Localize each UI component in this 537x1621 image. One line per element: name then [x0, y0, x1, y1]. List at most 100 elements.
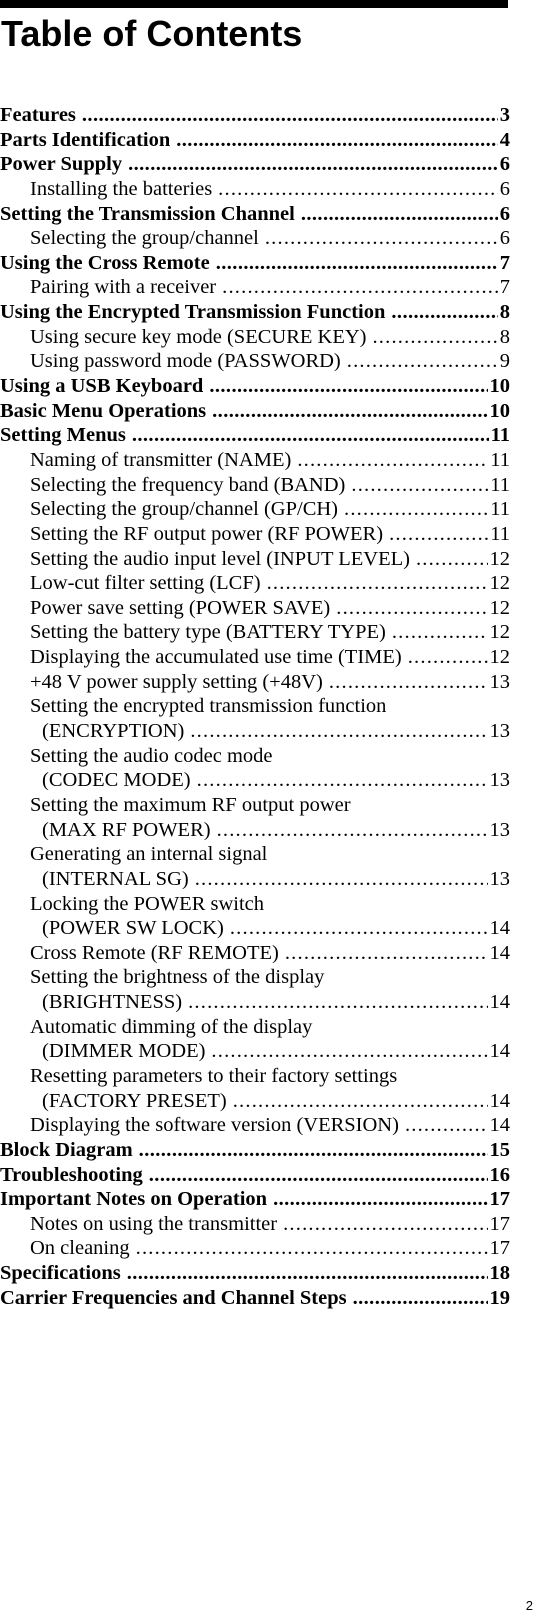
dot-leader	[353, 1286, 488, 1311]
toc-entry-page: 6	[499, 153, 510, 176]
toc-entry-label: Using password mode (PASSWORD)	[30, 350, 341, 373]
dot-leader	[351, 473, 488, 498]
toc-section[interactable]: Using the Encrypted Transmission Functio…	[0, 300, 510, 325]
toc-entry-page: 6	[499, 177, 510, 200]
dot-leader	[218, 177, 498, 202]
toc-section[interactable]: Using the Cross Remote 7	[0, 251, 510, 276]
toc-entry-label: Setting the audio input level (INPUT LEV…	[30, 547, 410, 570]
toc-subsection[interactable]: Using password mode (PASSWORD) 9	[0, 349, 510, 374]
toc-entry-page: 9	[499, 350, 510, 373]
toc-entry-page: 11	[490, 473, 510, 496]
toc-entry-heading[interactable]: Setting the encrypted transmission funct…	[0, 694, 510, 719]
toc-section[interactable]: Basic Menu Operations 10	[0, 399, 510, 424]
toc-entry-label: Cross Remote (RF REMOTE)	[30, 941, 279, 964]
toc-subsection[interactable]: Naming of transmitter (NAME) 11	[0, 448, 510, 473]
toc-entry-continuation[interactable]: (CODEC MODE) 13	[0, 768, 510, 793]
toc-subsection[interactable]: Setting the RF output power (RF POWER) 11	[0, 522, 510, 547]
toc-entry-heading[interactable]: Setting the maximum RF output power	[0, 793, 510, 818]
toc-section[interactable]: Specifications 18	[0, 1261, 510, 1286]
toc-entry-label: Important Notes on Operation	[0, 1188, 268, 1211]
toc-section[interactable]: Using a USB Keyboard 10	[0, 374, 510, 399]
dot-leader	[132, 423, 489, 448]
toc-entry-continuation[interactable]: (MAX RF POWER) 13	[0, 818, 510, 843]
toc-entry-label: Block Diagram	[0, 1138, 133, 1161]
dot-leader	[217, 818, 488, 843]
toc-entry-continuation[interactable]: (ENCRYPTION) 13	[0, 719, 510, 744]
toc-entry-label: Selecting the group/channel	[30, 227, 259, 250]
toc-entry-continuation[interactable]: (INTERNAL SG) 13	[0, 867, 510, 892]
toc-subsection[interactable]: Displaying the accumulated use time (TIM…	[0, 645, 510, 670]
toc-subsection[interactable]: Notes on using the transmitter 17	[0, 1212, 510, 1237]
toc-entry-heading[interactable]: Setting the audio codec mode	[0, 744, 510, 769]
toc-entry-label: Displaying the software version (VERSION…	[30, 1114, 399, 1137]
dot-leader	[392, 620, 488, 645]
dot-leader	[216, 251, 498, 276]
toc-subsection[interactable]: Selecting the group/channel (GP/CH) 11	[0, 497, 510, 522]
toc-subsection[interactable]: Low-cut filter setting (LCF) 12	[0, 571, 510, 596]
toc-subsection[interactable]: On cleaning 17	[0, 1236, 510, 1261]
toc-entry-heading[interactable]: Setting the brightness of the display	[0, 965, 510, 990]
toc-entry-continuation[interactable]: (DIMMER MODE) 14	[0, 1039, 510, 1064]
table-of-contents: Features3Parts Identification4Power Supp…	[0, 103, 510, 1310]
toc-entry-heading[interactable]: Generating an internal signal	[0, 842, 510, 867]
dot-leader	[222, 275, 498, 300]
dot-leader	[233, 1089, 488, 1114]
dot-leader	[301, 202, 498, 227]
toc-subsection[interactable]: Power save setting (POWER SAVE) 12	[0, 596, 510, 621]
toc-entry-label: Low-cut filter setting (LCF)	[30, 572, 261, 595]
toc-entry-continuation[interactable]: (FACTORY PRESET) 14	[0, 1089, 510, 1114]
toc-section[interactable]: Setting the Transmission Channel 6	[0, 202, 510, 227]
toc-section[interactable]: Parts Identification 4	[0, 128, 510, 153]
toc-subsection[interactable]: Selecting the frequency band (BAND) 11	[0, 473, 510, 498]
toc-subsection[interactable]: Setting the audio input level (INPUT LEV…	[0, 547, 510, 572]
toc-section[interactable]: Setting Menus 11	[0, 423, 510, 448]
dot-leader	[190, 719, 487, 744]
toc-subsection[interactable]: Using secure key mode (SECURE KEY) 8	[0, 325, 510, 350]
toc-entry-page: 13	[489, 867, 511, 890]
toc-entry-label: On cleaning	[30, 1237, 130, 1260]
toc-entry-label: Displaying the accumulated use time (TIM…	[30, 646, 402, 669]
toc-subsection[interactable]: Selecting the group/channel 6	[0, 226, 510, 251]
dot-leader	[283, 1212, 487, 1237]
toc-entry-heading[interactable]: Resetting parameters to their factory se…	[0, 1064, 510, 1089]
toc-entry-label: Automatic dimming of the display	[30, 1015, 313, 1038]
toc-entry-heading[interactable]: Automatic dimming of the display	[0, 1015, 510, 1040]
toc-section[interactable]: Features 3	[0, 103, 510, 128]
toc-section[interactable]: Important Notes on Operation 17	[0, 1187, 510, 1212]
toc-entry-label: Specifications	[0, 1262, 121, 1285]
dot-leader	[285, 941, 488, 966]
toc-entry-page: 13	[489, 720, 511, 743]
dot-leader	[211, 1039, 487, 1064]
dot-leader	[212, 399, 487, 424]
toc-subsection[interactable]: Setting the battery type (BATTERY TYPE) 1…	[0, 620, 510, 645]
dot-leader	[408, 645, 488, 670]
toc-entry-label: (DIMMER MODE)	[42, 1040, 206, 1063]
toc-subsection[interactable]: Pairing with a receiver 7	[0, 275, 510, 300]
dot-leader	[195, 867, 488, 892]
toc-entry-page: 13	[489, 670, 511, 693]
toc-entry-page: 12	[489, 572, 511, 595]
toc-entry-page: 19	[489, 1286, 511, 1309]
toc-entry-continuation[interactable]: (POWER SW LOCK) 14	[0, 916, 510, 941]
toc-entry-page: 12	[489, 596, 511, 619]
toc-section[interactable]: Carrier Frequencies and Channel Steps 19	[0, 1286, 510, 1311]
toc-entry-page: 13	[489, 818, 511, 841]
toc-entry-label: (CODEC MODE)	[42, 769, 191, 792]
toc-entry-label: Setting the battery type (BATTERY TYPE)	[30, 621, 386, 644]
toc-entry-page: 6	[499, 202, 510, 225]
toc-entry-label: Selecting the group/channel (GP/CH)	[30, 498, 339, 521]
toc-subsection[interactable]: Installing the batteries 6	[0, 177, 510, 202]
toc-section[interactable]: Block Diagram 15	[0, 1138, 510, 1163]
toc-subsection[interactable]: +48 V power supply setting (+48V) 13	[0, 670, 510, 695]
toc-entry-label: Setting Menus	[0, 424, 126, 447]
toc-section[interactable]: Troubleshooting 16	[0, 1163, 510, 1188]
toc-entry-label: Using a USB Keyboard	[0, 375, 204, 398]
toc-subsection[interactable]: Displaying the software version (VERSION…	[0, 1113, 510, 1138]
dot-leader	[416, 547, 488, 572]
toc-entry-page: 14	[489, 941, 511, 964]
toc-entry-page: 8	[499, 325, 510, 348]
toc-section[interactable]: Power Supply 6	[0, 152, 510, 177]
toc-entry-heading[interactable]: Locking the POWER switch	[0, 892, 510, 917]
toc-subsection[interactable]: Cross Remote (RF REMOTE) 14	[0, 941, 510, 966]
toc-entry-continuation[interactable]: (BRIGHTNESS) 14	[0, 990, 510, 1015]
